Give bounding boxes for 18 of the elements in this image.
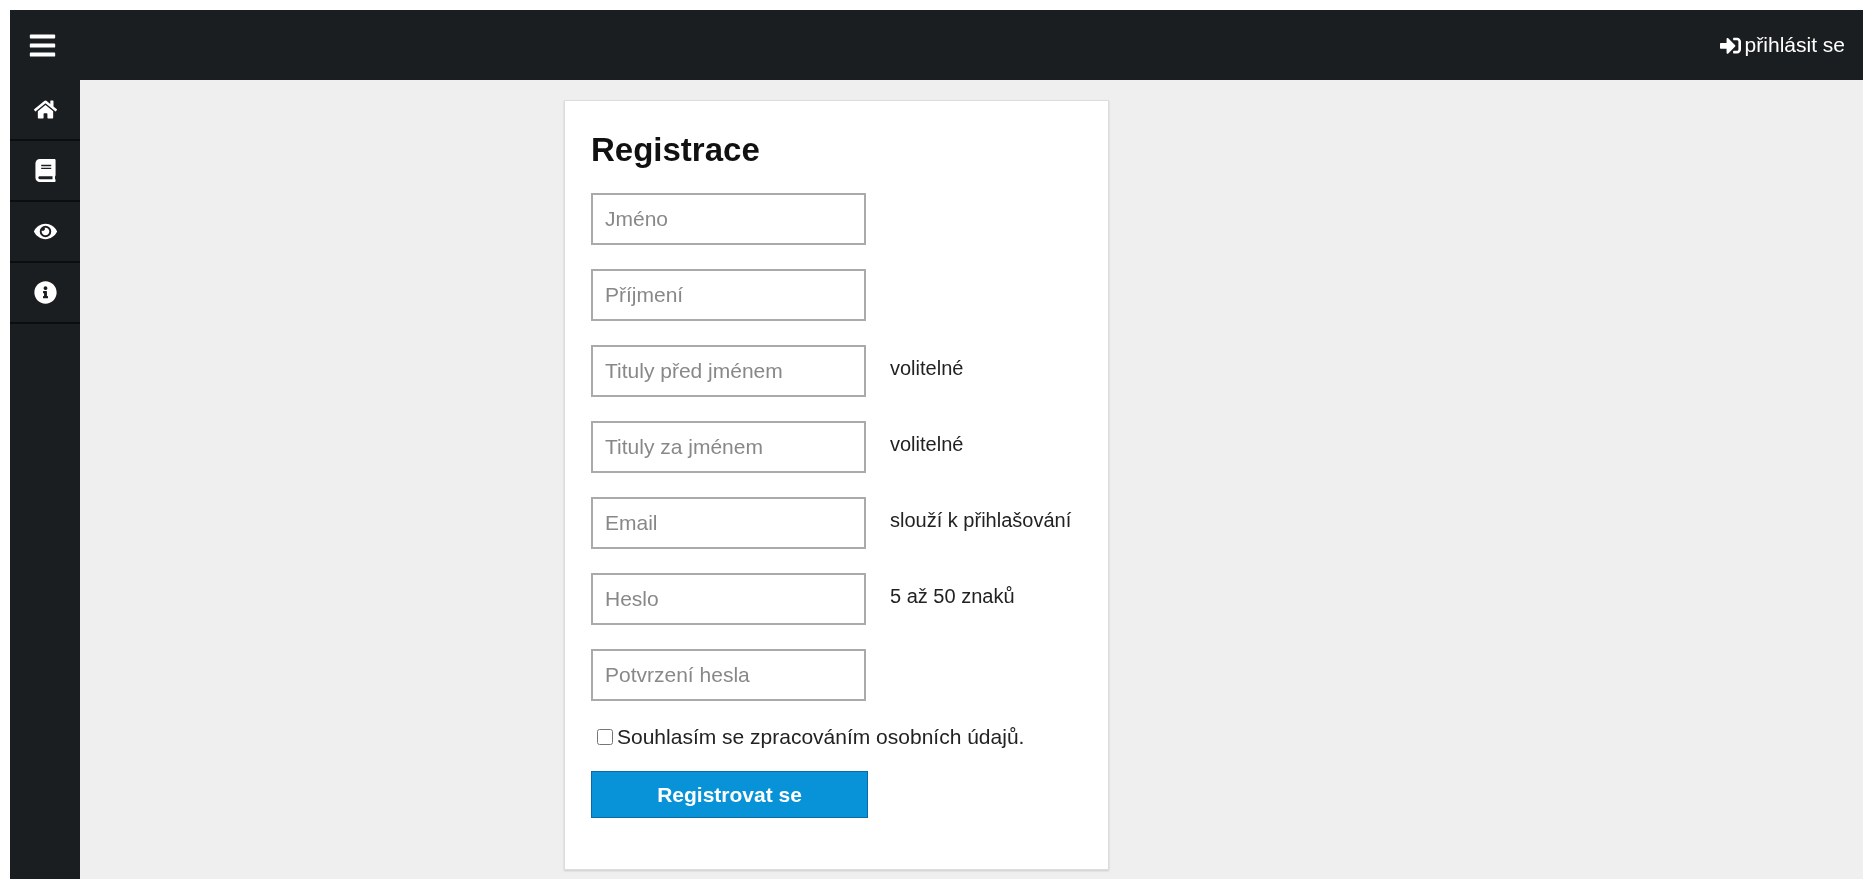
- input-field[interactable]: Heslo: [591, 573, 866, 625]
- home-icon: [33, 98, 57, 121]
- form-title: Registrace: [591, 131, 761, 169]
- field-note: 5 až 50 znaků: [890, 584, 1015, 608]
- info-icon: [33, 281, 57, 304]
- consent-label: Souhlasím se zpracováním osobních údajů.: [617, 725, 1025, 749]
- input-field[interactable]: Tituly za jménem: [591, 421, 866, 473]
- field-note: slouží k přihlašování: [890, 508, 1072, 532]
- input-field[interactable]: Příjmení: [591, 269, 866, 321]
- input-field[interactable]: Tituly před jménem: [591, 345, 866, 397]
- input-field[interactable]: Jméno: [591, 193, 866, 245]
- input-field[interactable]: Email: [591, 497, 866, 549]
- login-link[interactable]: přihlásit se: [1719, 33, 1845, 57]
- input-field[interactable]: Potvrzení hesla: [591, 649, 866, 701]
- consent-checkbox[interactable]: [597, 729, 613, 745]
- field-note: volitelné: [890, 356, 964, 380]
- field-note: volitelné: [890, 432, 964, 456]
- book-icon: [33, 159, 57, 182]
